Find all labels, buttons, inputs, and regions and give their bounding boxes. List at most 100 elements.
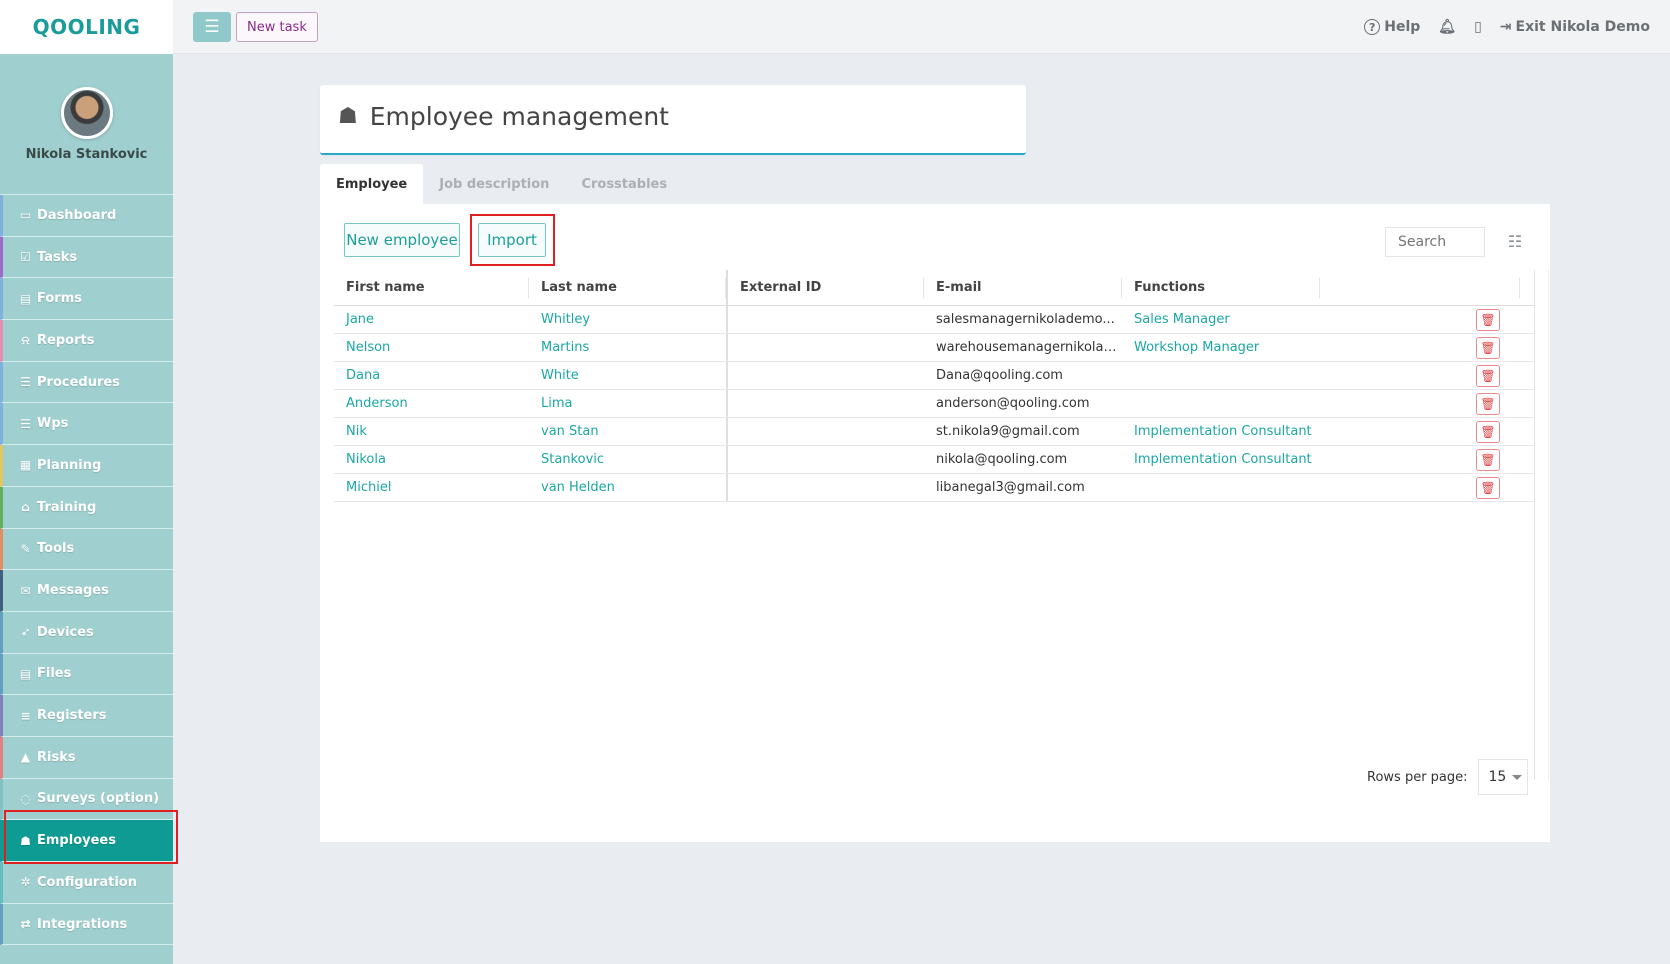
row-actions: 🗑︎ [1320, 420, 1520, 443]
cell-last-name[interactable]: van Stan [529, 424, 726, 439]
search-input[interactable] [1385, 227, 1485, 257]
file-pdf-icon: ▤ [19, 666, 32, 681]
notifications-button[interactable]: 🔔︎ [1438, 19, 1456, 35]
delete-button[interactable]: 🗑︎ [1476, 336, 1500, 359]
cell-first-name[interactable]: Anderson [334, 396, 529, 411]
sidebar-item-messages[interactable]: ✉ Messages [0, 570, 173, 612]
warning-icon: ▲ [20, 750, 31, 765]
menu-toggle-button[interactable]: ☰ [193, 12, 231, 42]
sidebar-item-planning[interactable]: ▦ Planning [0, 445, 173, 487]
trash-icon: 🗑︎ [1480, 396, 1496, 411]
sidebar-item-risks[interactable]: ▲ Risks [0, 736, 173, 779]
sidebar-item-label: Integrations [37, 916, 128, 932]
logo-bar: QOOLING [0, 0, 173, 54]
new-task-button[interactable]: New task [236, 12, 318, 42]
table-header: First name Last name External ID E-mail … [334, 270, 1534, 306]
sidebar-item-devices[interactable]: ➶ Devices [0, 611, 173, 654]
delete-button[interactable]: 🗑︎ [1476, 308, 1500, 331]
column-settings-icon[interactable]: ☷ [1505, 232, 1525, 252]
cell-functions[interactable]: Implementation Consultant [1122, 452, 1320, 467]
cell-last-name[interactable]: White [529, 368, 726, 383]
help-link[interactable]: ? Help [1364, 19, 1420, 35]
new-employee-button[interactable]: New employee [344, 223, 460, 257]
tab-crosstables[interactable]: Crosstables [565, 164, 683, 204]
gear-icon: ✲ [20, 875, 31, 890]
sidebar-item-label: Wps [37, 416, 69, 432]
cell-external-id [726, 334, 924, 361]
tab-employee[interactable]: Employee [320, 164, 424, 204]
table-row[interactable]: Jane Whitley salesmanagernikolademo... Sale… [334, 306, 1534, 334]
column-header-first-name[interactable]: First name [334, 270, 529, 305]
table-row[interactable]: Nikola Stankovic nikola@qooling.com Impleme… [334, 446, 1534, 474]
table-column-divider [1534, 270, 1535, 780]
cell-functions[interactable]: Sales Manager [1122, 312, 1320, 327]
delete-button[interactable]: 🗑︎ [1476, 448, 1500, 471]
sidebar-item-reports[interactable]: ⍾ Reports [0, 320, 173, 362]
page-title: Employee management [369, 101, 669, 131]
cell-external-id [726, 474, 924, 501]
delete-button[interactable]: 🗑︎ [1476, 364, 1500, 387]
sidebar-item-integrations[interactable]: ⇄ Integrations [0, 903, 173, 946]
cell-functions[interactable]: Implementation Consultant [1122, 424, 1320, 439]
column-header-functions[interactable]: Functions [1122, 270, 1320, 305]
envelope-icon: ✉ [20, 583, 31, 598]
tab-bar: Employee Job description Crosstables [320, 164, 683, 204]
cell-functions[interactable]: Workshop Manager [1122, 340, 1320, 355]
cell-last-name[interactable]: Martins [529, 340, 726, 355]
table-row[interactable]: Nik van Stan st.nikola9@gmail.com Implement… [334, 418, 1534, 446]
row-actions: 🗑︎ [1320, 364, 1520, 387]
rows-per-page-value: 15 [1488, 769, 1507, 785]
delete-button[interactable]: 🗑︎ [1476, 420, 1500, 443]
sidebar-item-tools[interactable]: ✎ Tools [0, 528, 173, 571]
avatar[interactable] [60, 87, 113, 139]
app-logo[interactable]: QOOLING [33, 15, 141, 39]
employee-table: First name Last name External ID E-mail … [334, 270, 1549, 780]
employee-panel: New employee Import ☷ First name Last na… [320, 204, 1550, 842]
cell-last-name[interactable]: Whitley [529, 312, 726, 327]
cell-first-name[interactable]: Dana [334, 368, 529, 383]
building-icon: ▯ [1474, 19, 1482, 35]
user-profile: Nikola Stankovic [0, 54, 173, 195]
sidebar-item-forms[interactable]: ▤ Forms [0, 278, 173, 321]
sidebar-item-dashboard[interactable]: ▭ Dashboard [0, 195, 173, 237]
help-icon: ? [1364, 19, 1381, 35]
sidebar-item-label: Training [37, 499, 97, 515]
table-row[interactable]: Dana White Dana@qooling.com 🗑︎ [334, 362, 1534, 390]
sidebar-item-wps[interactable]: ☰ Wps [0, 403, 173, 446]
sidebar-item-procedures[interactable]: ☰ Procedures [0, 361, 173, 404]
building-button[interactable]: ▯ [1474, 19, 1482, 35]
sidebar-item-training[interactable]: ⌂ Training [0, 486, 173, 529]
tab-job-description[interactable]: Job description [423, 164, 565, 204]
column-header-external-id[interactable]: External ID [726, 270, 924, 305]
cell-last-name[interactable]: Lima [529, 396, 726, 411]
cell-first-name[interactable]: Michiel [334, 480, 529, 495]
table-row[interactable]: Nelson Martins warehousemanagernikolad... W… [334, 334, 1534, 362]
cell-external-id [726, 306, 924, 333]
delete-button[interactable]: 🗑︎ [1476, 392, 1500, 415]
sidebar-item-label: Files [37, 666, 72, 682]
table-row[interactable]: Anderson Lima anderson@qooling.com 🗑︎ [334, 390, 1534, 418]
exit-demo-link[interactable]: ⇥ Exit Nikola Demo [1500, 19, 1650, 35]
sidebar-item-registers[interactable]: ≡ Registers [0, 695, 173, 737]
sidebar-item-label: Dashboard [37, 207, 117, 223]
sidebar-item-files[interactable]: ▤ Files [0, 653, 173, 696]
rows-per-page-select[interactable]: 15 [1477, 759, 1528, 795]
cell-first-name[interactable]: Nikola [334, 452, 529, 467]
cell-external-id [726, 390, 924, 417]
column-header-email[interactable]: E-mail [924, 270, 1122, 305]
column-header-last-name[interactable]: Last name [529, 270, 726, 305]
cell-first-name[interactable]: Jane [334, 312, 529, 327]
cell-email: libanegal3@gmail.com [936, 480, 1085, 495]
cell-first-name[interactable]: Nelson [334, 340, 529, 355]
sidebar-item-tasks[interactable]: ☑ Tasks [0, 236, 173, 279]
delete-button[interactable]: 🗑︎ [1476, 476, 1500, 499]
cell-external-id [726, 418, 924, 445]
sidebar-item-configuration[interactable]: ✲ Configuration [0, 862, 173, 904]
cell-first-name[interactable]: Nik [334, 424, 529, 439]
cell-email: warehousemanagernikolad... [936, 340, 1122, 355]
table-row[interactable]: Michiel van Helden libanegal3@gmail.com 🗑︎ [334, 474, 1534, 502]
cell-last-name[interactable]: Stankovic [529, 452, 726, 467]
cell-last-name[interactable]: van Helden [529, 480, 726, 495]
table-scrollbar-track[interactable] [1548, 270, 1549, 780]
sidebar-item-label: Forms [37, 291, 82, 307]
